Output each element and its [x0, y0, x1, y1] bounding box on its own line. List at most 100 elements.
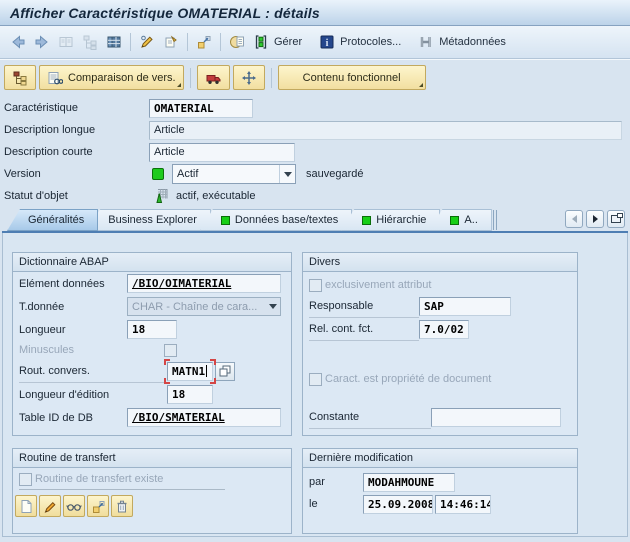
group-title-text: Divers — [309, 256, 340, 268]
where-used-button[interactable] — [192, 30, 216, 54]
copy-icon — [228, 33, 246, 51]
output-length-label: Longueur d'édition — [19, 389, 167, 401]
copy-object-button[interactable] — [159, 30, 183, 54]
db-table-row: Table ID de DB /BIO/SMATERIAL — [13, 406, 291, 429]
protocols-button[interactable]: i Protocoles... — [315, 30, 404, 54]
green-led-icon — [152, 168, 164, 180]
version-comparison-button[interactable]: Comparaison de vers. — [39, 65, 184, 90]
conversion-routine-field[interactable]: MATN1 — [167, 362, 213, 381]
length-field[interactable]: 18 — [127, 320, 177, 339]
display-glasses-icon — [66, 499, 82, 513]
transfer-routine-buttons — [15, 495, 291, 517]
display-routine-button[interactable] — [63, 495, 85, 517]
table-view-button[interactable] — [102, 30, 126, 54]
changed-on-time-value: 14:46:14 — [440, 498, 491, 511]
protocols-icon: i — [318, 33, 336, 51]
delete-trash-icon — [115, 499, 129, 514]
hierarchy-icon — [81, 33, 99, 51]
release-field[interactable]: 7.0/02 — [419, 320, 469, 339]
overview-button[interactable] — [54, 30, 78, 54]
delete-routine-button[interactable] — [111, 495, 133, 517]
group-title: Routine de transfert — [13, 449, 291, 468]
release-row: Rel. cont. fct. 7.0/02 — [303, 318, 577, 341]
group-dictionnaire-abap: Dictionnaire ABAP Elément données /BIO/O… — [12, 252, 292, 436]
copy-button[interactable] — [225, 30, 249, 54]
data-element-label: Elément données — [19, 278, 127, 290]
change-pencil-icon — [43, 499, 57, 514]
version-select[interactable]: Actif — [172, 164, 296, 184]
green-led-icon — [362, 216, 371, 225]
document-property-row: Caract. est propriété de document — [303, 369, 577, 389]
manage-icon — [252, 33, 270, 51]
functional-content-button[interactable]: Contenu fonctionnel — [278, 65, 426, 90]
tab-donnees-base-textes[interactable]: Données base/textes — [200, 209, 352, 231]
dropdown-arrow-icon[interactable] — [279, 165, 295, 183]
db-table-field[interactable]: /BIO/SMATERIAL — [127, 408, 281, 427]
possible-entries-button[interactable] — [215, 362, 235, 381]
display-change-icon — [138, 33, 156, 51]
tab-strip: Généralités Business Explorer Données ba… — [0, 207, 630, 231]
group-divers: Divers exclusivement attribut Responsabl… — [302, 252, 578, 436]
characteristic-field[interactable]: OMATERIAL — [149, 99, 253, 118]
length-row: Longueur 18 — [13, 318, 291, 341]
data-element-value[interactable]: /BIO/OIMATERIAL — [132, 277, 231, 290]
data-element-field[interactable]: /BIO/OIMATERIAL — [127, 274, 281, 293]
changed-on-date-field[interactable]: 25.09.2008 — [363, 495, 433, 514]
hierarchy-button[interactable] — [78, 30, 102, 54]
tab-hierarchie[interactable]: Hiérarchie — [341, 209, 440, 231]
conversion-routine-label: Rout. convers. — [19, 359, 167, 383]
changed-by-label: par — [309, 476, 363, 488]
responsible-row: Responsable SAP — [303, 295, 577, 318]
display-change-button[interactable] — [135, 30, 159, 54]
output-length-field[interactable]: 18 — [167, 385, 213, 404]
short-description-row: Description courte Article — [4, 141, 630, 163]
short-description-value: Article — [154, 146, 185, 158]
group-title: Dictionnaire ABAP — [13, 253, 291, 272]
version-comparison-label: Comparaison de vers. — [68, 72, 176, 84]
long-description-value: Article — [154, 124, 185, 136]
group-title-text: Dernière modification — [309, 452, 413, 464]
long-description-field[interactable]: Article — [149, 121, 622, 140]
responsible-field[interactable]: SAP — [419, 297, 511, 316]
protocols-button-label: Protocoles... — [340, 36, 401, 48]
metadata-button[interactable]: Métadonnées — [414, 30, 509, 54]
menu-corner-icon — [177, 83, 181, 87]
tab-scroll-right-button[interactable] — [586, 210, 604, 228]
tab-business-explorer[interactable]: Business Explorer — [87, 209, 211, 231]
forward-button[interactable] — [30, 30, 54, 54]
transport-truck-button[interactable] — [197, 65, 230, 90]
version-selected-value: Actif — [177, 168, 279, 180]
overview-icon — [57, 33, 75, 51]
length-value: 18 — [132, 323, 145, 336]
create-routine-button[interactable] — [15, 495, 37, 517]
tab-overview-button[interactable] — [607, 210, 625, 228]
tab-generalites[interactable]: Généralités — [7, 209, 98, 231]
group-derniere-modification: Dernière modification par MODAHMOUNE le … — [302, 448, 578, 534]
transport-icon — [241, 70, 257, 86]
db-table-value[interactable]: /BIO/SMATERIAL — [132, 411, 225, 424]
application-toolbar: Comparaison de vers. Contenu fonctionnel — [0, 59, 630, 95]
change-routine-button[interactable] — [39, 495, 61, 517]
manage-button[interactable]: Gérer — [249, 30, 305, 54]
release-value: 7.0/02 — [424, 323, 464, 336]
window-title-bar: Afficher Caractéristique OMATERIAL : dét… — [0, 0, 630, 26]
tab-content-panel: Dictionnaire ABAP Elément données /BIO/O… — [2, 233, 628, 537]
where-used-icon — [195, 33, 213, 51]
constant-field[interactable] — [431, 408, 561, 427]
copy-routine-button[interactable] — [87, 495, 109, 517]
changed-on-time-field[interactable]: 14:46:14 — [435, 495, 491, 514]
tab-label: Données base/textes — [235, 214, 338, 226]
short-description-field[interactable]: Article — [149, 143, 295, 162]
changed-by-field[interactable]: MODAHMOUNE — [363, 473, 455, 492]
hierarchy-tree-button[interactable] — [4, 65, 36, 90]
back-button[interactable] — [6, 30, 30, 54]
transport-connection-button[interactable] — [233, 65, 265, 90]
changed-on-row: le 25.09.2008 14:46:14 — [303, 493, 577, 515]
tab-scroll-left-button[interactable] — [565, 210, 583, 228]
attribute-only-checkbox — [309, 279, 322, 292]
lowercase-label: Minuscules — [19, 344, 127, 356]
focus-corner-icon — [164, 359, 170, 365]
green-led-icon — [221, 216, 230, 225]
tab-label: Business Explorer — [108, 214, 197, 226]
functional-content-label: Contenu fonctionnel — [303, 72, 401, 84]
